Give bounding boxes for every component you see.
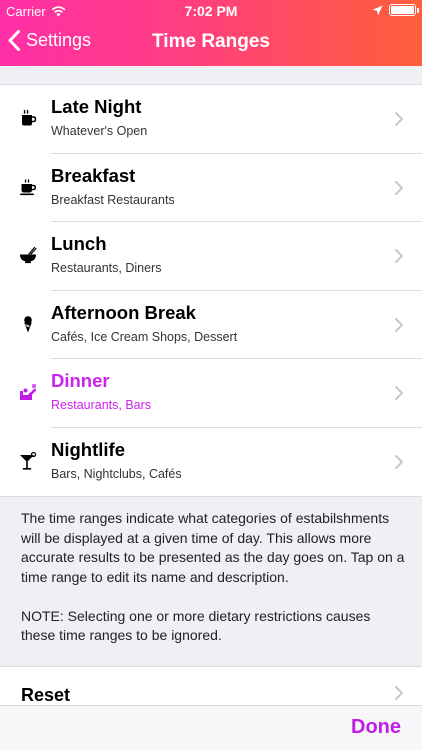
ice-cream-icon: [24, 315, 32, 332]
location-arrow-icon: [372, 5, 383, 15]
footer-note: The time ranges indicate what categories…: [21, 509, 406, 646]
time-range-name: Late Night: [51, 96, 142, 117]
back-label: Settings: [26, 30, 92, 50]
time-range-description: Bars, Nightclubs, Cafés: [51, 466, 182, 481]
time-range-row-dinner[interactable]: Dinner Restaurants, Bars: [0, 359, 422, 428]
time-range-description: Breakfast Restaurants: [51, 192, 175, 207]
time-range-description: Cafés, Ice Cream Shops, Dessert: [51, 329, 238, 344]
status-bar: Carrier 7:02 PM: [0, 0, 422, 22]
status-right: [372, 4, 419, 16]
battery-icon: [389, 4, 419, 16]
footer-note-paragraph: NOTE: Selecting one or more dietary rest…: [21, 607, 371, 644]
coffee-cup-icon: [22, 109, 37, 126]
chevron-right-icon: [395, 180, 403, 195]
chevron-right-icon: [395, 317, 403, 332]
time-range-row-nightlife[interactable]: Nightlife Bars, Nightclubs, Cafés: [0, 428, 422, 497]
navigation-bar: Carrier 7:02 PM Settings Time Ranges: [0, 0, 422, 66]
back-button[interactable]: Settings: [8, 30, 91, 51]
chevron-right-icon: [395, 249, 403, 263]
coffee-mug-icon: [20, 178, 37, 195]
time-range-name: Nightlife: [51, 438, 125, 460]
chevron-right-icon: [395, 386, 403, 400]
time-range-description: Whatever's Open: [51, 124, 148, 138]
time-range-name: Lunch: [51, 233, 107, 254]
time-range-name: Breakfast: [51, 164, 136, 186]
chevron-right-icon: [395, 454, 403, 469]
bottom-toolbar: Done: [0, 705, 422, 750]
bowl-icon: [20, 246, 37, 264]
done-button[interactable]: Done: [351, 716, 401, 739]
chevron-right-icon: [395, 112, 403, 126]
reset-label: Reset: [21, 685, 71, 705]
time-range-row-afternoon-break[interactable]: Afternoon Break Cafés, Ice Cream Shops, …: [0, 291, 422, 360]
chevron-left-icon: [8, 30, 20, 51]
cocktail-icon: [20, 451, 37, 470]
time-range-row-late-night[interactable]: Late Night Whatever's Open: [0, 85, 422, 154]
time-range-name: Dinner: [51, 370, 110, 391]
status-time: 7:02 PM: [184, 3, 238, 19]
dinner-service-icon: [20, 384, 37, 400]
time-range-name: Afternoon Break: [51, 301, 196, 323]
time-range-row-lunch[interactable]: Lunch Restaurants, Diners: [0, 222, 422, 291]
time-range-list: Late Night Whatever's Open Breakfast Bre…: [0, 84, 422, 497]
footer-note-paragraph: The time ranges indicate what categories…: [21, 510, 405, 585]
chevron-right-icon: [395, 686, 403, 700]
time-range-row-breakfast[interactable]: Breakfast Breakfast Restaurants: [0, 154, 422, 223]
time-range-description: Restaurants, Diners: [51, 261, 162, 275]
time-range-description: Restaurants, Bars: [51, 398, 152, 412]
